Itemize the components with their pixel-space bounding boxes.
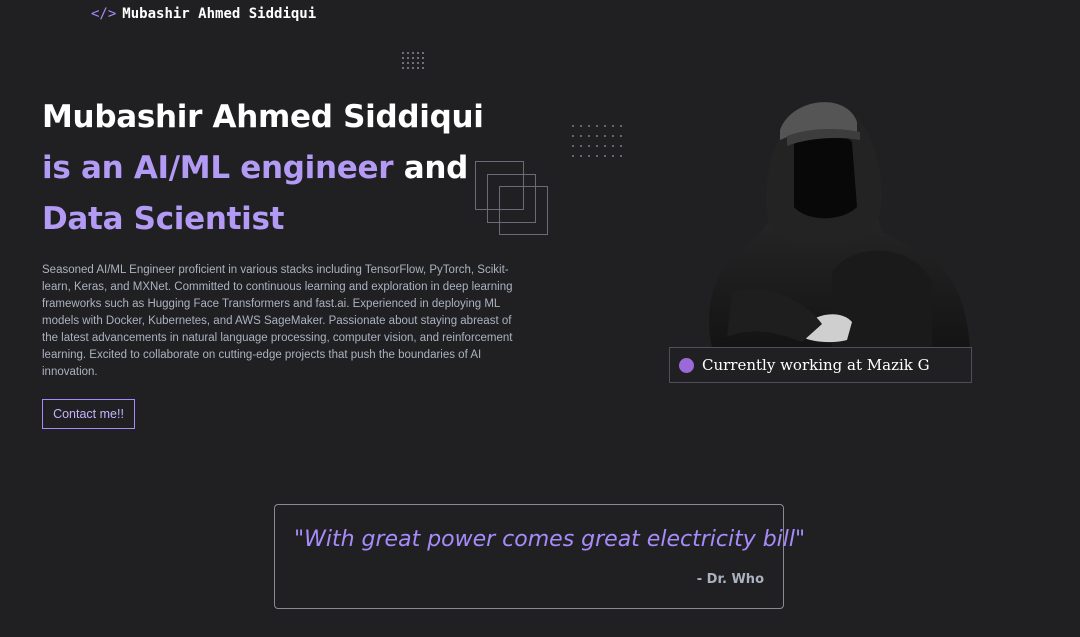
code-icon: </> xyxy=(91,6,117,22)
profile-portrait xyxy=(708,102,970,348)
hero-role: is an AI/ML engineer xyxy=(42,150,394,186)
quote-box: "With great power comes great electricit… xyxy=(274,504,805,609)
hero-name: Mubashir Ahmed Siddiqui xyxy=(42,99,484,135)
decorative-dot-grid xyxy=(572,125,622,157)
hero-role-line: is an AI/ML engineer and xyxy=(42,143,484,194)
hero-role-2: Data Scientist xyxy=(42,201,285,237)
status-text: Currently working at Mazik G xyxy=(702,356,930,374)
site-logo[interactable]: </> Mubashir Ahmed Siddiqui xyxy=(91,6,316,22)
hero-and: and xyxy=(393,150,469,186)
quote-author: - Dr. Who xyxy=(696,572,764,587)
decorative-dot-grid xyxy=(402,52,424,69)
logo-text: Mubashir Ahmed Siddiqui xyxy=(122,6,317,22)
quote-text: "With great power comes great electricit… xyxy=(294,527,806,552)
hero-headline: Mubashir Ahmed Siddiqui is an AI/ML engi… xyxy=(42,92,484,245)
contact-button[interactable]: Contact me!! xyxy=(42,399,135,429)
status-card: Currently working at Mazik G xyxy=(669,347,972,383)
status-dot-icon xyxy=(679,357,694,373)
hero-description: Seasoned AI/ML Engineer proficient in va… xyxy=(42,264,513,378)
